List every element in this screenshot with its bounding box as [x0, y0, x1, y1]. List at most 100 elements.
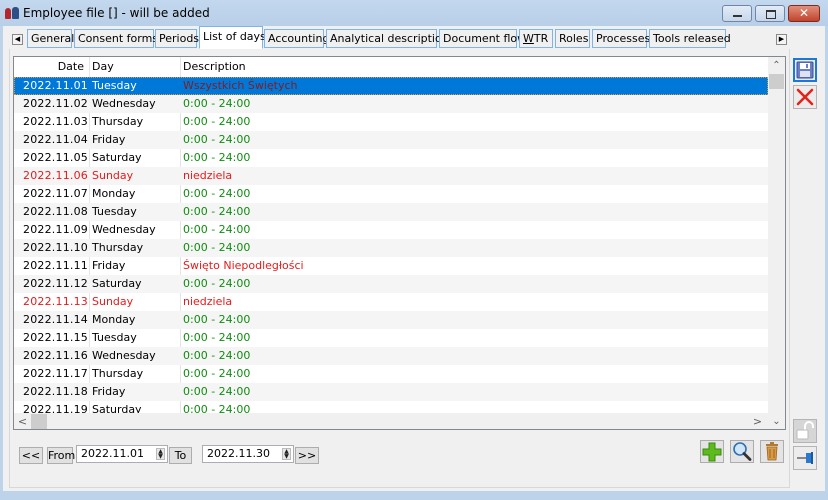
date-cell: 2022.11.12: [23, 277, 88, 290]
scroll-down-icon[interactable]: ⌄: [768, 413, 785, 429]
tab-general[interactable]: General: [27, 29, 74, 48]
tab-tools-released[interactable]: Tools released: [649, 29, 731, 48]
table-row[interactable]: 2022.11.14 Monday 0:00 - 24:00: [14, 311, 768, 329]
description-cell: 0:00 - 24:00: [183, 133, 251, 146]
date-cell: 2022.11.15: [23, 331, 88, 344]
table-row[interactable]: 2022.11.10 Thursday 0:00 - 24:00: [14, 239, 768, 257]
day-cell: Sunday: [92, 295, 134, 308]
date-cell: 2022.11.02: [23, 97, 88, 110]
tab-scroll-left-icon[interactable]: ◀: [12, 34, 23, 45]
tab-scroll-right-icon[interactable]: ▶: [776, 34, 787, 45]
vertical-scrollbar[interactable]: ⌃: [768, 57, 785, 413]
employees-app-icon: [5, 6, 19, 20]
lock-button[interactable]: [793, 419, 817, 443]
magnifier-icon: [733, 442, 752, 461]
date-cell: 2022.11.13: [23, 295, 88, 308]
description-cell: 0:00 - 24:00: [183, 151, 251, 164]
title-bar: Employee file [] - will be added: [0, 0, 828, 26]
from-date-spinner[interactable]: ▲ ▼: [156, 448, 165, 460]
tab-wtr-rest: TR: [533, 32, 549, 45]
day-cell: Tuesday: [92, 205, 137, 218]
description-cell: 0:00 - 24:00: [183, 187, 251, 200]
add-button[interactable]: [700, 440, 724, 463]
delete-button[interactable]: [760, 440, 784, 463]
scroll-up-icon[interactable]: ⌃: [768, 58, 785, 74]
tab-strip: ◀ General Consent forms Periods List of …: [3, 26, 825, 50]
date-cell: 2022.11.18: [23, 385, 88, 398]
table-row[interactable]: 2022.11.08 Tuesday 0:00 - 24:00: [14, 203, 768, 221]
red-x-icon: [796, 88, 814, 106]
day-cell: Tuesday: [92, 331, 137, 344]
day-cell: Wednesday: [92, 223, 156, 236]
column-header-description[interactable]: Description: [183, 57, 246, 77]
tab-document-flow[interactable]: Document flow: [439, 29, 526, 48]
date-cell: 2022.11.11: [23, 259, 88, 272]
table-row[interactable]: 2022.11.18 Friday 0:00 - 24:00: [14, 383, 768, 401]
save-button[interactable]: [793, 58, 817, 82]
table-row[interactable]: 2022.11.07 Monday 0:00 - 24:00: [14, 185, 768, 203]
table-row[interactable]: 2022.11.16 Wednesday 0:00 - 24:00: [14, 347, 768, 365]
date-cell: 2022.11.10: [23, 241, 88, 254]
description-cell: niedziela: [183, 169, 233, 182]
tab-roles[interactable]: Roles: [555, 29, 590, 48]
description-cell: niedziela: [183, 295, 233, 308]
cancel-button[interactable]: [793, 85, 817, 109]
tab-accounting[interactable]: Accounting: [264, 29, 329, 48]
previous-period-button[interactable]: <<: [19, 447, 43, 464]
table-row[interactable]: 2022.11.11 Friday Święto Niepodległości: [14, 257, 768, 275]
tab-wtr[interactable]: WTR: [519, 29, 553, 48]
table-row[interactable]: 2022.11.05 Saturday 0:00 - 24:00: [14, 149, 768, 167]
column-header-day[interactable]: Day: [92, 57, 114, 77]
description-cell: 0:00 - 24:00: [183, 115, 251, 128]
tab-wtr-mnemonic: W: [523, 32, 534, 45]
tab-processes[interactable]: Processes: [592, 29, 650, 48]
description-cell: 0:00 - 24:00: [183, 385, 251, 398]
day-cell: Friday: [92, 259, 126, 272]
horizontal-scroll-thumb[interactable]: [31, 414, 47, 429]
date-cell: 2022.11.04: [23, 133, 88, 146]
days-grid: Date Day Description 2022.11.01 Tuesday Ws…: [13, 56, 786, 430]
description-cell: 0:00 - 24:00: [183, 349, 251, 362]
to-button[interactable]: To: [169, 447, 192, 464]
day-cell: Thursday: [92, 367, 144, 380]
table-row[interactable]: 2022.11.17 Thursday 0:00 - 24:00: [14, 365, 768, 383]
table-row[interactable]: 2022.11.03 Thursday 0:00 - 24:00: [14, 113, 768, 131]
description-cell: 0:00 - 24:00: [183, 367, 251, 380]
vertical-scroll-thumb[interactable]: [769, 74, 784, 89]
date-cell: 2022.11.17: [23, 367, 88, 380]
tab-periods[interactable]: Periods: [155, 29, 199, 48]
search-button[interactable]: [730, 440, 754, 463]
table-row[interactable]: 2022.11.02 Wednesday 0:00 - 24:00: [14, 95, 768, 113]
next-period-button[interactable]: >>: [295, 447, 319, 464]
table-row[interactable]: 2022.11.09 Wednesday 0:00 - 24:00: [14, 221, 768, 239]
table-row[interactable]: 2022.11.06 Sunday niedziela: [14, 167, 768, 185]
scroll-left-icon[interactable]: <: [14, 413, 31, 429]
tab-analytical-description[interactable]: Analytical description: [326, 29, 449, 48]
add-icon: [702, 442, 722, 462]
table-row[interactable]: 2022.11.13 Sunday niedziela: [14, 293, 768, 311]
description-cell: Wszystkich Świętych: [183, 79, 298, 92]
pin-button[interactable]: [793, 446, 817, 470]
to-date-spinner[interactable]: ▲ ▼: [282, 448, 291, 460]
minimize-button[interactable]: [722, 5, 752, 22]
list-of-days-panel: Date Day Description 2022.11.01 Tuesday Ws…: [9, 49, 790, 488]
table-row[interactable]: 2022.11.12 Saturday 0:00 - 24:00: [14, 275, 768, 293]
table-row[interactable]: 2022.11.15 Tuesday 0:00 - 24:00: [14, 329, 768, 347]
close-button[interactable]: [788, 5, 820, 22]
to-date-input[interactable]: 2022.11.30 ▲ ▼: [202, 445, 294, 463]
tab-list-of-days[interactable]: List of days: [199, 26, 266, 49]
table-row[interactable]: 2022.11.04 Friday 0:00 - 24:00: [14, 131, 768, 149]
day-cell: Thursday: [92, 241, 144, 254]
column-header-date[interactable]: Date: [14, 57, 84, 77]
horizontal-scrollbar[interactable]: < >: [14, 413, 768, 429]
from-date-input[interactable]: 2022.11.01 ▲ ▼: [76, 445, 168, 463]
description-cell: 0:00 - 24:00: [183, 223, 251, 236]
maximize-button[interactable]: [755, 5, 785, 22]
scroll-right-icon[interactable]: >: [749, 413, 766, 429]
tab-consent-forms[interactable]: Consent forms: [74, 29, 158, 48]
from-button[interactable]: From: [47, 447, 75, 464]
day-cell: Saturday: [92, 151, 142, 164]
table-row-selected[interactable]: 2022.11.01 Tuesday Wszystkich Świętych: [14, 77, 768, 95]
day-cell: Wednesday: [92, 97, 156, 110]
day-cell: Monday: [92, 187, 136, 200]
